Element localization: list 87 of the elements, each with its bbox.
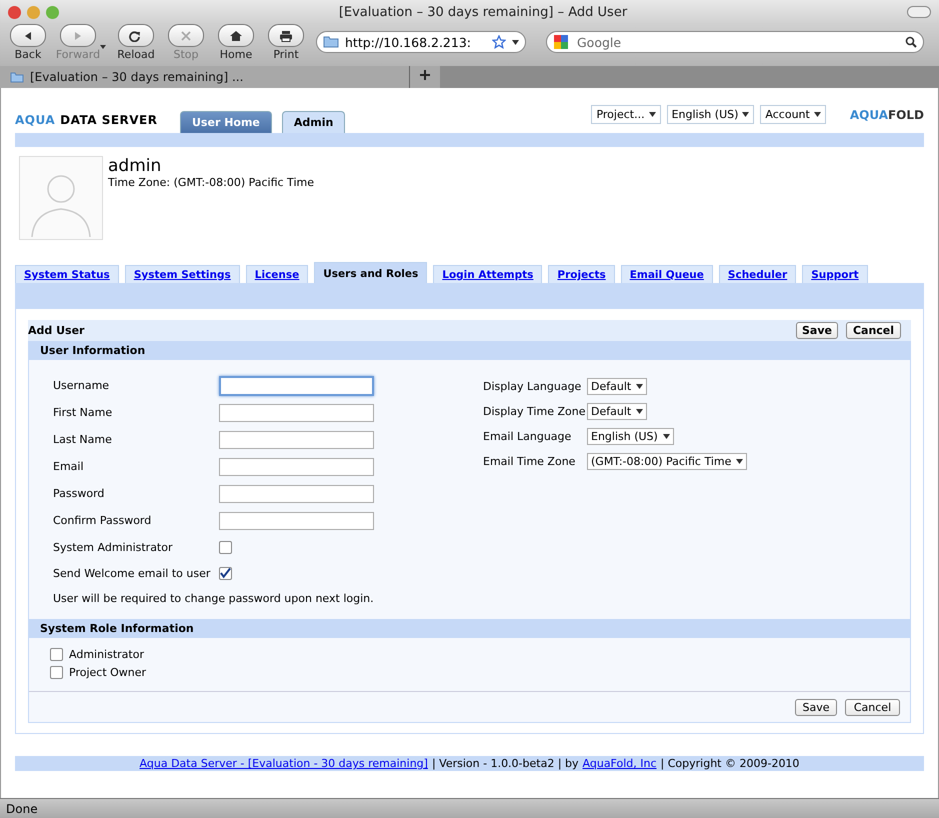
footer-link[interactable]: AquaFold, Inc <box>582 757 657 770</box>
note-text: User will be required to change password upon next login. <box>53 592 375 605</box>
printer-icon <box>278 30 294 42</box>
save-button[interactable]: Save <box>796 322 838 339</box>
section-tab[interactable]: License <box>246 265 308 283</box>
dropdown-arrow-icon <box>662 434 670 439</box>
section-tab[interactable]: Email Queue <box>620 265 713 283</box>
section-header: User Information <box>29 341 910 360</box>
menu-dropdown[interactable]: English (US) <box>666 105 754 124</box>
search-engine-icon[interactable] <box>553 34 569 50</box>
menu-dropdown[interactable]: Project... <box>591 105 661 124</box>
text-input-field[interactable] <box>219 376 374 396</box>
zoom-icon[interactable] <box>46 6 59 18</box>
checkbox[interactable] <box>219 566 232 580</box>
field-label: First Name <box>53 406 114 419</box>
text-input-field[interactable] <box>219 458 374 476</box>
panel-title: Add User <box>28 324 86 337</box>
folder-icon <box>323 36 339 48</box>
dropdown-arrow-icon <box>512 40 519 44</box>
nav-tab[interactable]: Admin <box>282 111 346 133</box>
star-icon[interactable] <box>492 35 506 49</box>
menu-dropdown[interactable]: Account <box>760 105 826 124</box>
cancel-button[interactable]: Cancel <box>846 322 901 339</box>
select-field[interactable]: English (US) <box>587 428 674 445</box>
section-tab[interactable]: Users and Roles <box>314 262 428 283</box>
text-input-field[interactable] <box>219 404 374 422</box>
user-name: admin <box>108 156 162 176</box>
section-header: System Role Information <box>29 619 910 638</box>
select-field[interactable]: Default <box>587 403 648 420</box>
field-label: Password <box>53 487 106 500</box>
checkbox[interactable] <box>50 666 63 679</box>
checkbox[interactable] <box>50 648 63 661</box>
section-tab[interactable]: Login Attempts <box>433 265 542 283</box>
new-tab-button[interactable] <box>410 66 440 88</box>
field-label: Display Language <box>483 380 582 393</box>
close-icon[interactable] <box>8 6 21 18</box>
footer-text: | Version - 1.0.0-beta2 | by <box>432 757 579 770</box>
field-label: System Administrator <box>53 540 174 554</box>
dropdown-arrow-icon <box>814 112 821 117</box>
browser-tab[interactable]: [Evaluation – 30 days remaining] ... <box>0 66 410 88</box>
footer-text: | Copyright © 2009-2010 <box>660 757 800 770</box>
select-field[interactable]: Default <box>587 378 648 395</box>
dropdown-arrow-icon <box>636 409 644 414</box>
text-input-field[interactable] <box>219 484 374 502</box>
field-label: Email Time Zone <box>483 455 576 468</box>
plus-icon <box>419 69 431 81</box>
dropdown-arrow-icon <box>636 384 644 389</box>
dropdown-arrow-icon[interactable] <box>100 45 106 49</box>
search-icon[interactable] <box>905 36 917 48</box>
text-input-field[interactable] <box>219 512 374 530</box>
field-label: Confirm Password <box>53 514 152 527</box>
time-zone-text: Time Zone: (GMT:-08:00) Pacific Time <box>108 176 314 189</box>
dropdown-arrow-icon <box>736 459 744 464</box>
checkbox-label: Administrator <box>69 648 144 661</box>
search-bar[interactable]: Google <box>546 31 924 53</box>
folder-icon <box>10 72 24 82</box>
field-label: Display Time Zone <box>483 405 586 418</box>
status-text: Done <box>6 802 38 816</box>
brand-logo: AQUAFOLD <box>850 108 924 122</box>
nav-tab[interactable]: User Home <box>180 111 272 133</box>
field-label: Email <box>53 460 85 473</box>
section-tab[interactable]: Projects <box>548 265 615 283</box>
cancel-button[interactable]: Cancel <box>845 699 900 716</box>
footer-link[interactable]: Aqua Data Server - [Evaluation - 30 days remaining] <box>140 757 428 770</box>
avatar-placeholder-icon <box>19 156 103 240</box>
field-label: Email Language <box>483 430 572 443</box>
logo: AQUA DATA SERVER <box>15 113 158 127</box>
select-field[interactable]: (GMT:-08:00) Pacific Time <box>587 453 748 470</box>
section-tab[interactable]: Scheduler <box>718 265 796 283</box>
section-tab[interactable]: System Status <box>15 265 119 283</box>
house-icon <box>228 30 244 42</box>
checkbox[interactable] <box>219 540 232 554</box>
checkbox-label: Project Owner <box>69 666 146 679</box>
dropdown-arrow-icon <box>742 112 750 117</box>
save-button[interactable]: Save <box>795 699 837 716</box>
minimize-icon[interactable] <box>27 6 40 18</box>
field-label: Send Welcome email to user <box>53 566 212 580</box>
window-title: [Evaluation – 30 days remaining] – Add User <box>338 4 628 20</box>
section-tab[interactable]: System Settings <box>124 265 240 283</box>
address-field[interactable]: http://10.168.2.213: <box>316 31 526 53</box>
field-label: Last Name <box>53 433 113 446</box>
section-tab[interactable]: Support <box>802 265 868 283</box>
toolbar-toggle-icon[interactable] <box>907 6 931 18</box>
dropdown-arrow-icon <box>648 112 656 117</box>
field-label: Username <box>53 379 110 392</box>
search-field[interactable]: Google <box>575 34 899 50</box>
text-input-field[interactable] <box>219 430 374 448</box>
